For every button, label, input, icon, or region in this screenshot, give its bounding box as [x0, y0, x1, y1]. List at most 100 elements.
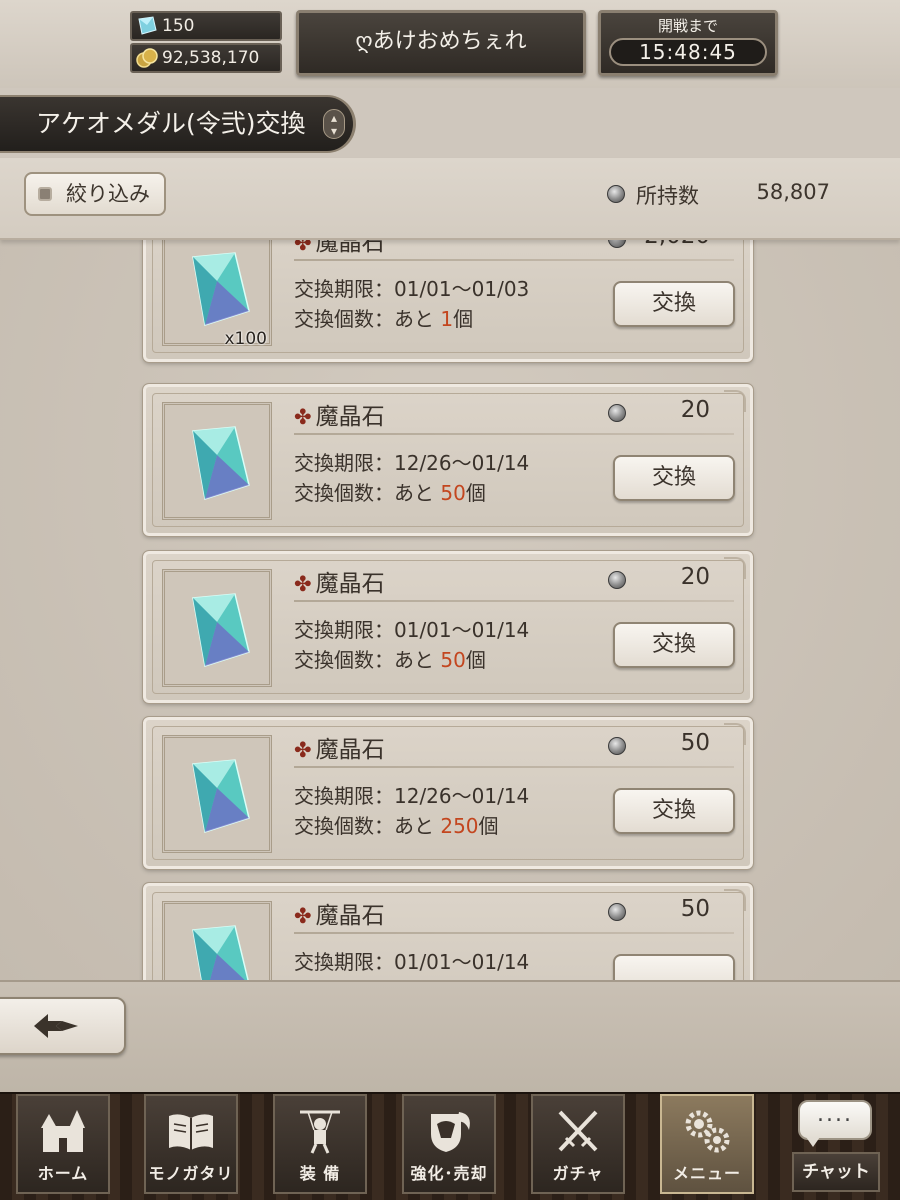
home-castle-icon	[41, 1110, 85, 1152]
nav-enhance-sell[interactable]: 強化･売却	[402, 1094, 496, 1194]
nav-gacha[interactable]: ガチャ	[531, 1094, 625, 1194]
card-divider	[294, 766, 734, 768]
nav-story[interactable]: モノガタリ	[144, 1094, 238, 1194]
card-divider	[294, 433, 734, 435]
exchange-list[interactable]: x100 ✤魔晶石 2,020 交換期限：01/01〜01/03 交換個数：あと…	[0, 240, 900, 980]
exchange-item-card: ✤ 魔晶石 50 交換期限：12/26〜01/14 交換個数：あと 250個 交換	[142, 716, 754, 870]
back-bar	[0, 980, 900, 1092]
nav-label: ガチャ	[552, 1164, 604, 1183]
item-icon-frame: x100	[162, 240, 272, 349]
page-title-ribbon: アケオメダル(令弐)交換 ▴ ▾	[0, 95, 356, 153]
corner-ornament	[724, 889, 746, 911]
filter-button[interactable]: 絞り込み	[24, 172, 166, 216]
coin-count: 92,538,170	[162, 48, 260, 68]
magic-crystal-icon	[192, 925, 249, 980]
item-cost: 2,020	[644, 240, 710, 249]
chat-label: チャット	[792, 1152, 880, 1192]
medal-icon	[608, 240, 626, 248]
item-cost: 20	[680, 397, 710, 423]
nav-label: モノガタリ	[148, 1164, 234, 1183]
item-icon-frame	[162, 735, 272, 853]
exchange-item-card: x100 ✤魔晶石 2,020 交換期限：01/01〜01/03 交換個数：あと…	[142, 240, 754, 363]
exchange-period: 交換期限：01/01〜01/14	[294, 618, 530, 642]
filter-bar: 絞り込み 所持数 58,807	[0, 158, 900, 240]
battle-countdown-label: 開戦まで	[657, 17, 718, 35]
card-divider	[294, 600, 734, 602]
back-arrow-icon	[34, 1014, 78, 1038]
exchange-button[interactable]	[613, 954, 735, 980]
filter-checkbox-icon	[38, 187, 52, 201]
chat-bubble-icon: ....	[798, 1100, 872, 1140]
battle-countdown-timer: 15:48:45	[609, 38, 767, 66]
item-name: ✤ 魔晶石	[294, 903, 385, 929]
chat-button[interactable]: .... チャット	[792, 1100, 880, 1194]
coin-counter: 92,538,170	[130, 43, 282, 73]
player-name-button[interactable]: ღあけおめちぇれ	[296, 10, 586, 76]
nav-label: メニュー	[672, 1164, 741, 1183]
exchange-button[interactable]: 交換	[613, 622, 735, 668]
equipment-puppet-icon	[300, 1110, 340, 1154]
exchange-item-card: ✤ 魔晶石 50 交換期限：01/01〜01/14	[142, 882, 754, 980]
exchange-period: 交換期限：12/26〜01/14	[294, 451, 530, 475]
battle-countdown[interactable]: 開戦まで 15:48:45	[598, 10, 778, 76]
item-name: ✤ 魔晶石	[294, 737, 385, 763]
medal-icon	[608, 571, 626, 589]
medal-icon	[608, 404, 626, 422]
nav-home[interactable]: ホーム	[16, 1094, 110, 1194]
exchange-button[interactable]: 交換	[613, 788, 735, 834]
item-cost: 50	[680, 730, 710, 756]
exchange-remaining: 交換個数：あと 250個	[294, 814, 499, 838]
exchange-remaining: 交換個数：あと 50個	[294, 481, 486, 505]
coin-icon	[136, 48, 158, 68]
item-quantity: x100	[224, 329, 267, 349]
item-icon-frame	[162, 402, 272, 520]
magic-crystal-icon	[192, 426, 250, 500]
medal-icon	[608, 903, 626, 921]
card-divider	[294, 932, 734, 934]
gem-counter: 150	[130, 11, 282, 41]
nav-menu[interactable]: メニュー	[660, 1094, 754, 1194]
top-status-bar: 150 92,538,170 ღあけおめちぇれ 開戦まで 15:48:45	[0, 0, 900, 88]
nav-label: 強化･売却	[410, 1164, 488, 1183]
enhance-sell-icon	[431, 1112, 470, 1152]
owned-value: 58,807	[756, 180, 830, 204]
nav-label: ホーム	[37, 1164, 89, 1183]
magic-crystal-icon	[192, 593, 250, 667]
item-name: ✤ 魔晶石	[294, 240, 385, 256]
exchange-item-card: ✤ 魔晶石 20 交換期限：01/01〜01/14 交換個数：あと 50個 交換	[142, 550, 754, 704]
gem-icon	[138, 16, 157, 35]
player-name: ღあけおめちぇれ	[355, 29, 527, 54]
story-book-icon	[169, 1114, 213, 1150]
page-title: アケオメダル(令弐)交換	[36, 109, 306, 138]
item-cost: 50	[680, 896, 710, 922]
bottom-navigation: ホーム モノガタリ 装 備 強化･売却 ガチャ メニュー .... チャット	[0, 1092, 900, 1200]
exchange-period: 交換期限：12/26〜01/14	[294, 784, 530, 808]
chat-bubble-tail	[806, 1137, 820, 1147]
owned-label: 所持数	[636, 184, 699, 208]
exchange-button[interactable]: 交換	[613, 281, 735, 327]
sort-toggle-icon[interactable]: ▴ ▾	[323, 109, 345, 139]
menu-gears-icon	[685, 1110, 730, 1153]
back-button[interactable]	[0, 997, 126, 1055]
exchange-period: 交換期限：01/01〜01/14	[294, 950, 530, 974]
nav-label: 装 備	[299, 1164, 341, 1183]
medal-icon	[607, 185, 625, 203]
corner-ornament	[724, 723, 746, 745]
exchange-period: 交換期限：01/01〜01/03	[294, 277, 530, 301]
gacha-swords-icon	[558, 1110, 598, 1152]
corner-ornament	[724, 390, 746, 412]
exchange-remaining: 交換個数：あと 1個	[294, 307, 474, 331]
exchange-remaining: 交換個数：あと 50個	[294, 648, 486, 672]
item-icon-frame	[162, 569, 272, 687]
magic-crystal-icon	[192, 252, 250, 326]
filter-button-label: 絞り込み	[66, 182, 150, 206]
nav-equipment[interactable]: 装 備	[273, 1094, 367, 1194]
card-divider	[294, 259, 734, 261]
item-cost: 20	[680, 564, 710, 590]
item-name: ✤ 魔晶石	[294, 404, 385, 430]
medal-icon	[608, 737, 626, 755]
gem-count: 150	[162, 16, 195, 36]
corner-ornament	[724, 557, 746, 579]
exchange-button[interactable]: 交換	[613, 455, 735, 501]
exchange-item-card: ✤ 魔晶石 20 交換期限：12/26〜01/14 交換個数：あと 50個 交換	[142, 383, 754, 537]
